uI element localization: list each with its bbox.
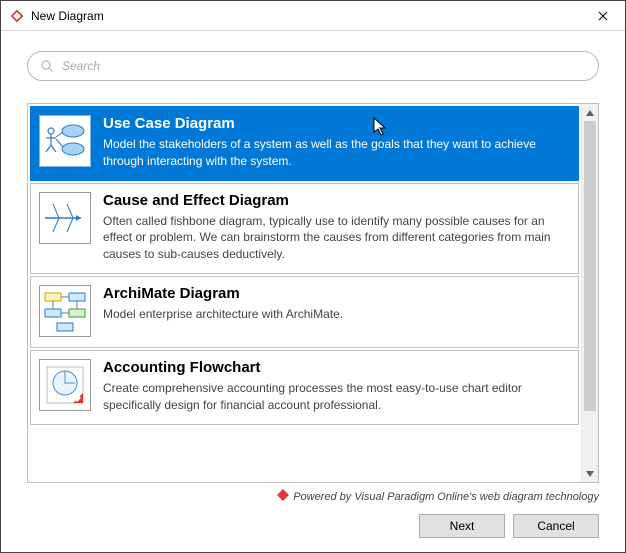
diagram-item-desc: Often called fishbone diagram, typically… xyxy=(103,213,570,263)
search-input[interactable] xyxy=(60,58,586,74)
diagram-item-desc: Model the stakeholders of a system as we… xyxy=(103,136,570,170)
footer-note: Powered by Visual Paradigm Online's web … xyxy=(27,489,599,504)
diagram-item-use-case[interactable]: Use Case Diagram Model the stakeholders … xyxy=(30,106,579,181)
scroll-up-button[interactable] xyxy=(582,104,598,121)
app-icon xyxy=(9,8,25,24)
diagram-item-title: Cause and Effect Diagram xyxy=(103,192,570,209)
diagram-item-desc: Create comprehensive accounting processe… xyxy=(103,380,570,414)
scroll-thumb[interactable] xyxy=(584,121,596,411)
window-title: New Diagram xyxy=(31,9,104,23)
diagram-item-title: ArchiMate Diagram xyxy=(103,285,570,302)
diagram-list-container: Use Case Diagram Model the stakeholders … xyxy=(27,103,599,483)
close-button[interactable] xyxy=(580,1,625,31)
titlebar: New Diagram xyxy=(1,1,625,31)
diagram-item-cause-effect[interactable]: Cause and Effect Diagram Often called fi… xyxy=(30,183,579,274)
cancel-button[interactable]: Cancel xyxy=(513,514,599,538)
dialog-content: Use Case Diagram Model the stakeholders … xyxy=(1,31,625,504)
diagram-thumb-icon xyxy=(39,285,91,337)
vp-icon xyxy=(277,489,289,504)
footer-note-text: Powered by Visual Paradigm Online's web … xyxy=(293,491,599,503)
diagram-item-title: Use Case Diagram xyxy=(103,115,570,132)
diagram-thumb-icon xyxy=(39,192,91,244)
dialog-buttons: Next Cancel xyxy=(1,504,625,552)
diagram-item-desc: Model enterprise architecture with Archi… xyxy=(103,306,570,323)
diagram-item-accounting[interactable]: Accounting Flowchart Create comprehensiv… xyxy=(30,350,579,425)
diagram-thumb-icon xyxy=(39,115,91,167)
diagram-item-archimate[interactable]: ArchiMate Diagram Model enterprise archi… xyxy=(30,276,579,348)
scrollbar[interactable] xyxy=(581,104,598,482)
scroll-down-button[interactable] xyxy=(582,465,598,482)
diagram-list: Use Case Diagram Model the stakeholders … xyxy=(28,104,581,482)
search-box[interactable] xyxy=(27,51,599,81)
diagram-thumb-icon xyxy=(39,359,91,411)
search-icon xyxy=(40,59,54,73)
diagram-item-title: Accounting Flowchart xyxy=(103,359,570,376)
next-button[interactable]: Next xyxy=(419,514,505,538)
